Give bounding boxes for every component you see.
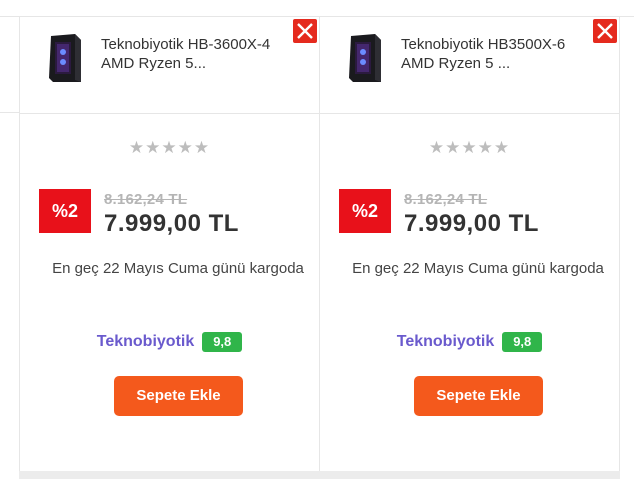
product-title[interactable]: Teknobiyotik HB-3600X-4 AMD Ryzen 5... (101, 35, 276, 73)
seller-name[interactable]: Teknobiyotik (97, 333, 195, 350)
rating-stars: ★★★★★ (128, 138, 211, 157)
left-stub-divider (0, 112, 19, 113)
remove-product-button[interactable] (593, 19, 617, 43)
delivery-info: En geç 22 Mayıs Cuma günü kargoda (52, 260, 304, 277)
product-title[interactable]: Teknobiyotik HB3500X-6 AMD Ryzen 5 ... (401, 35, 576, 73)
rating-stars: ★★★★★ (428, 138, 511, 157)
remove-product-button[interactable] (293, 19, 317, 43)
product-column-2: Teknobiyotik HB3500X-6 AMD Ryzen 5 ... ★… (320, 17, 620, 471)
discount-badge: %2 (39, 189, 91, 233)
seller-name[interactable]: Teknobiyotik (397, 333, 495, 350)
old-price: 8.162,24 TL (104, 191, 188, 208)
add-to-cart-button[interactable]: Sepete Ekle (114, 376, 243, 416)
discount-badge: %2 (339, 189, 391, 233)
old-price: 8.162,24 TL (404, 191, 488, 208)
product-header: Teknobiyotik HB-3600X-4 AMD Ryzen 5... (20, 17, 319, 114)
close-icon (297, 23, 313, 39)
product-column-1: Teknobiyotik HB-3600X-4 AMD Ryzen 5... ★… (20, 17, 320, 471)
seller-row: Teknobiyotik 9,8 (20, 332, 319, 352)
seller-row: Teknobiyotik 9,8 (320, 332, 619, 352)
product-header: Teknobiyotik HB3500X-6 AMD Ryzen 5 ... (320, 17, 619, 114)
seller-score-badge: 9,8 (502, 332, 543, 352)
bottom-bar (19, 471, 620, 479)
add-to-cart-button[interactable]: Sepete Ekle (414, 376, 543, 416)
new-price: 7.999,00 TL (404, 210, 539, 237)
close-icon (597, 23, 613, 39)
product-image[interactable] (345, 32, 385, 84)
new-price: 7.999,00 TL (104, 210, 239, 237)
seller-score-badge: 9,8 (202, 332, 243, 352)
delivery-info: En geç 22 Mayıs Cuma günü kargoda (352, 260, 604, 277)
product-image[interactable] (45, 32, 85, 84)
